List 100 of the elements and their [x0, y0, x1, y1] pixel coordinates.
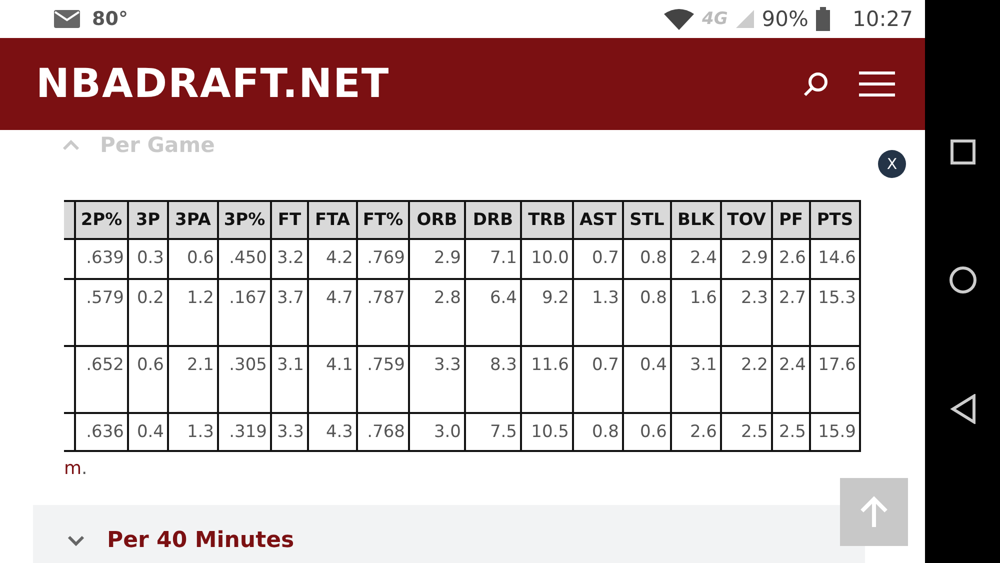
table-cell: 1.6: [671, 279, 721, 346]
table-cell: 4.2: [308, 239, 357, 279]
temperature: 80°: [92, 8, 128, 30]
table-cell: .450: [218, 239, 271, 279]
table-cell: 14.6: [810, 239, 860, 279]
overview-icon[interactable]: [950, 139, 976, 166]
table-cell: 2.6: [772, 239, 810, 279]
column-header[interactable]: TRB: [521, 201, 573, 239]
table-cell: 2.2: [721, 346, 772, 413]
table-cell: .639: [75, 239, 128, 279]
table-cell: 10.5: [521, 413, 573, 451]
table-cell: 4.7: [308, 279, 357, 346]
table-cell: 3.3: [271, 413, 308, 451]
wifi-icon: [664, 8, 694, 30]
table-cell: 2.4: [671, 239, 721, 279]
table-cell: 11.6: [521, 346, 573, 413]
table-cell: 0.3: [128, 239, 168, 279]
table-cell: 2.3: [721, 279, 772, 346]
column-header[interactable]: 3PA: [168, 201, 218, 239]
network-type: 4G: [702, 9, 728, 29]
table-cell: .579: [75, 279, 128, 346]
table-cell: 3.1: [271, 346, 308, 413]
table-cell: 0.6: [168, 239, 218, 279]
column-header[interactable]: AST: [573, 201, 623, 239]
period: .: [82, 458, 88, 479]
table-cell: 6.4: [465, 279, 521, 346]
table-cell: 2.1: [168, 346, 218, 413]
mail-icon: [54, 10, 80, 28]
table-cell: .768: [357, 413, 409, 451]
table-cell: 4.3: [308, 413, 357, 451]
table-cell: .636: [75, 413, 128, 451]
search-icon[interactable]: [803, 71, 829, 97]
table-cell: 1.2: [168, 279, 218, 346]
table-cell: 7.1: [465, 239, 521, 279]
home-icon[interactable]: [948, 264, 978, 294]
column-header[interactable]: STL: [623, 201, 671, 239]
battery-level: 90%: [762, 7, 808, 31]
table-cell: .652: [75, 346, 128, 413]
column-header[interactable]: ORB: [409, 201, 465, 239]
table-cell: 9.2: [521, 279, 573, 346]
up-arrow-icon: [859, 496, 889, 528]
table-cell: 2.9: [409, 239, 465, 279]
table-cell: 0.6: [128, 346, 168, 413]
battery-icon: [816, 7, 830, 31]
table-cell: 3.1: [671, 346, 721, 413]
close-button[interactable]: X: [878, 150, 906, 178]
table-cell: 1.3: [168, 413, 218, 451]
table-cell: .305: [218, 346, 271, 413]
table-cell: 15.9: [810, 413, 860, 451]
table-cell: 8.3: [465, 346, 521, 413]
table-cell: 3.2: [271, 239, 308, 279]
column-header[interactable]: TOV: [721, 201, 772, 239]
table-cell: 4.1: [308, 346, 357, 413]
table-cell: 2.9: [721, 239, 772, 279]
table-cell: 2.7: [772, 279, 810, 346]
table-cell: 1.3: [573, 279, 623, 346]
menu-icon[interactable]: [859, 71, 895, 97]
column-header[interactable]: PTS: [810, 201, 860, 239]
table-cell: 2.6: [671, 413, 721, 451]
column-header[interactable]: FT%: [357, 201, 409, 239]
signal-icon: [736, 10, 754, 28]
table-cell: 15.3: [810, 279, 860, 346]
section-title[interactable]: Per 40 Minutes: [107, 528, 294, 552]
table-cell: 0.4: [128, 413, 168, 451]
table-cell: 0.7: [573, 346, 623, 413]
table-cell: 2.4: [772, 346, 810, 413]
column-header[interactable]: 3P%: [218, 201, 271, 239]
column-header[interactable]: PF: [772, 201, 810, 239]
table-cell: 0.2: [128, 279, 168, 346]
column-header[interactable]: BLK: [671, 201, 721, 239]
site-logo[interactable]: NBADRAFT.NET: [36, 61, 390, 107]
clock: 10:27: [852, 7, 913, 31]
table-cell: .769: [357, 239, 409, 279]
table-cell: 0.6: [623, 413, 671, 451]
table-cell: 3.7: [271, 279, 308, 346]
table-cell: 2.5: [721, 413, 772, 451]
table-cell: .319: [218, 413, 271, 451]
table-cell: 17.6: [810, 346, 860, 413]
table-cell: 0.8: [573, 413, 623, 451]
table-cell: 0.4: [623, 346, 671, 413]
table-cell: 10.0: [521, 239, 573, 279]
table-cell: 0.8: [623, 239, 671, 279]
back-icon[interactable]: [950, 394, 976, 424]
table-cell: 7.5: [465, 413, 521, 451]
chevron-down-icon[interactable]: [67, 534, 85, 546]
column-header[interactable]: 3P: [128, 201, 168, 239]
column-header[interactable]: 2P%: [75, 201, 128, 239]
column-header[interactable]: FTA: [308, 201, 357, 239]
table-cell: 3.0: [409, 413, 465, 451]
column-header[interactable]: FT: [271, 201, 308, 239]
table-cell: .167: [218, 279, 271, 346]
table-cell: 0.8: [623, 279, 671, 346]
section-panel[interactable]: Per 40 Minutes: [33, 505, 865, 563]
table-cell: .787: [357, 279, 409, 346]
column-header[interactable]: DRB: [465, 201, 521, 239]
table-cell: 2.5: [772, 413, 810, 451]
table-cell: 3.3: [409, 346, 465, 413]
table-cell: .759: [357, 346, 409, 413]
table-cell: 2.8: [409, 279, 465, 346]
source-link[interactable]: m: [64, 458, 82, 479]
